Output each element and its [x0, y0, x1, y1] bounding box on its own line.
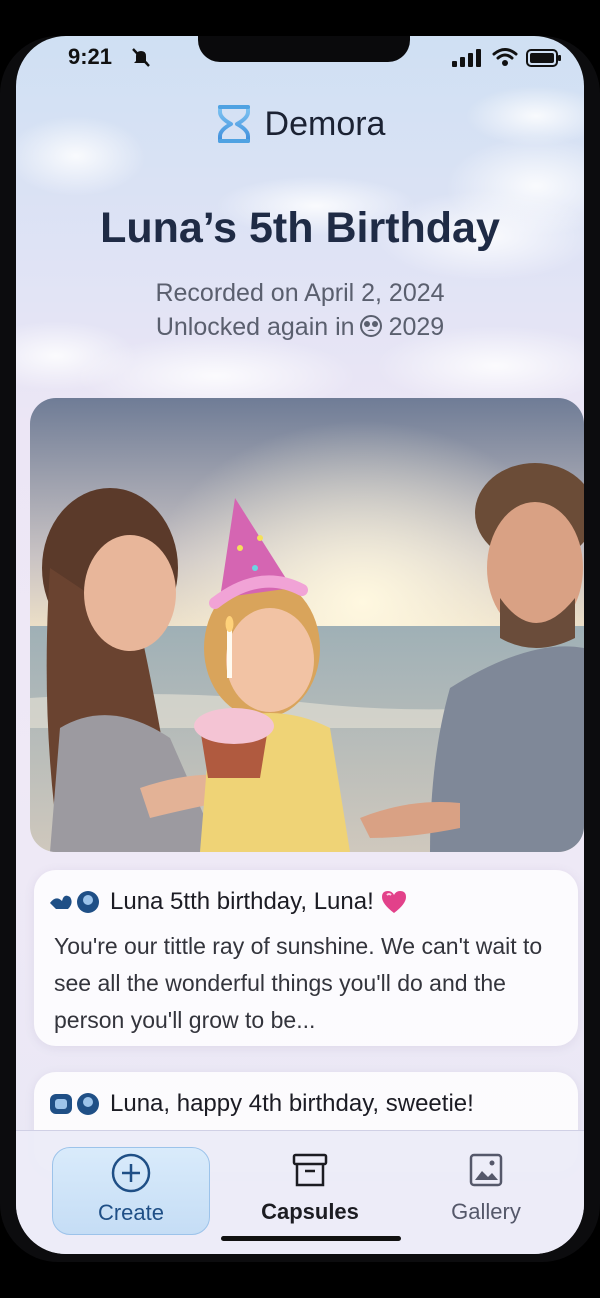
tab-create-label: Create: [97, 1200, 165, 1225]
bell-slash-icon: [132, 48, 150, 67]
phone-frame: 9:21 Demora Luna’s 5th Birthday Recorded…: [0, 36, 600, 1262]
archive-box-icon: [292, 1153, 328, 1187]
app-name: Demora: [264, 104, 386, 143]
plus-circle-icon: [111, 1153, 151, 1193]
capsule-title: Luna’s 5th Birthday: [100, 204, 500, 252]
app-screen: 9:21 Demora Luna’s 5th Birthday Recorded…: [16, 36, 584, 1254]
unlock-year: 2029: [388, 313, 445, 341]
tab-create[interactable]: Create: [52, 1147, 210, 1235]
message-heading: Luna, happy 4th birthday, sweetie!: [48, 1090, 474, 1118]
unlock-prefix: Unlocked again in: [155, 313, 355, 341]
status-time: 9:21: [68, 44, 113, 69]
image-icon: [469, 1153, 503, 1187]
home-indicator[interactable]: [221, 1236, 401, 1241]
hourglass-logo-icon: [217, 105, 250, 143]
family-birthday-photo[interactable]: [30, 398, 584, 852]
message-card[interactable]: Luna 5tth birthday, Luna! You're our tit…: [34, 870, 578, 1046]
message-heading-text: Luna 5tth birthday, Luna!: [110, 888, 374, 915]
family-avatars-icon: [50, 891, 99, 913]
cellular-signal-icon: [452, 49, 481, 67]
message-body: You're our tittle ray of sunshine. We ca…: [54, 933, 543, 1033]
globe-icon: [359, 315, 382, 337]
tab-gallery[interactable]: Gallery: [408, 1147, 564, 1233]
unlock-info: Unlocked again in 2029: [16, 313, 584, 342]
wifi-icon: [492, 48, 518, 66]
battery-icon: [526, 49, 561, 67]
message-heading: Luna 5tth birthday, Luna!: [48, 888, 408, 916]
photo-illustration: [30, 398, 584, 852]
app-brand: Demora: [16, 104, 584, 148]
tab-capsules-label: Capsules: [261, 1199, 359, 1224]
tab-gallery-label: Gallery: [451, 1199, 521, 1224]
family-avatars-icon: [50, 1093, 99, 1115]
tab-capsules[interactable]: Capsules: [232, 1147, 388, 1233]
recorded-date: Recorded on April 2, 2024: [155, 279, 445, 307]
heart-icon: [381, 891, 406, 913]
status-bar: 9:21: [16, 44, 584, 72]
message-heading-text: Luna, happy 4th birthday, sweetie!: [110, 1090, 474, 1117]
